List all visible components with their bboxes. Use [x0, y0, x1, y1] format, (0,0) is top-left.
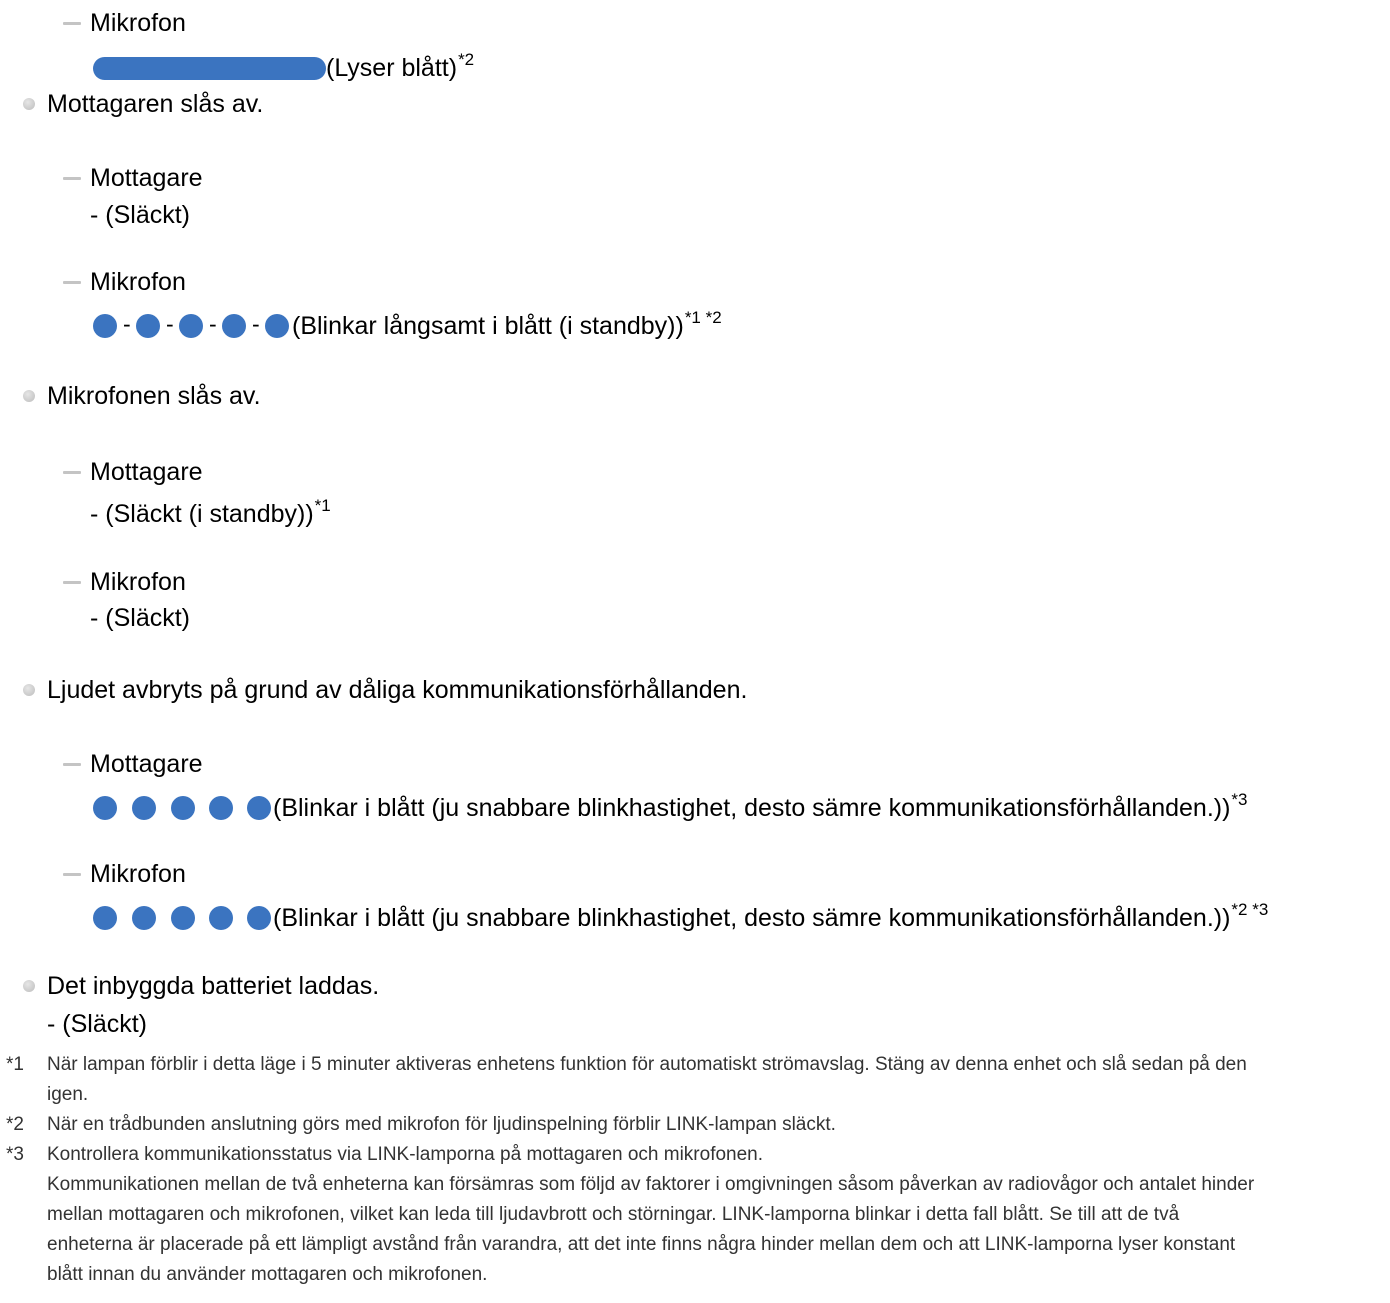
section-heading: Mikrofonen slås av. [47, 382, 261, 410]
bullet-icon [23, 980, 35, 992]
footnote-text: Kommunikationen mellan de två enheterna … [47, 1174, 1255, 1195]
sub-dash [63, 763, 81, 766]
mic-label: Mikrofon [90, 268, 186, 296]
mic-label: Mikrofon [90, 860, 186, 888]
receiver-label: Mottagare [90, 750, 203, 778]
receiver-status: - (Släckt (i standby))*1 [90, 496, 331, 528]
sub-dash [63, 281, 81, 284]
led-blink-dot-icon [265, 314, 289, 338]
led-fast-dot-icon [132, 796, 156, 820]
footnote-text: igen. [47, 1084, 89, 1105]
led-fast-dot-icon [209, 906, 233, 930]
footnote-mark: *2 [6, 1114, 24, 1135]
led-gap: - [209, 311, 217, 337]
footnote-text: Kontrollera kommunikationsstatus via LIN… [47, 1144, 764, 1165]
led-fast-dot-icon [171, 906, 195, 930]
led-gap: - [252, 311, 260, 337]
section-heading: Det inbyggda batteriet laddas. [47, 972, 380, 1000]
footnote-text: enheterna är placerade på ett lämpligt a… [47, 1234, 1236, 1255]
bullet-icon [23, 98, 35, 110]
led-status-text: (Blinkar i blått (ju snabbare blinkhasti… [273, 900, 1269, 932]
led-status-text: (Blinkar i blått (ju snabbare blinkhasti… [273, 790, 1248, 822]
receiver-status: - (Släckt) [90, 201, 190, 229]
section-heading: Mottagaren slås av. [47, 90, 264, 118]
led-fast-dot-icon [209, 796, 233, 820]
led-steady-icon [93, 57, 326, 80]
mic-label: Mikrofon [90, 9, 186, 37]
receiver-label: Mottagare [90, 458, 203, 486]
bullet-icon [23, 684, 35, 696]
footnote-mark: *3 [6, 1144, 24, 1165]
sub-dash [63, 581, 81, 584]
led-fast-dot-icon [247, 796, 271, 820]
led-gap: - [166, 311, 174, 337]
led-blink-dot-icon [222, 314, 246, 338]
led-blink-dot-icon [136, 314, 160, 338]
battery-status: - (Släckt) [47, 1010, 147, 1038]
led-blink-dot-icon [93, 314, 117, 338]
led-status-text: (Lyser blått)*2 [326, 50, 475, 82]
footnote-text: När en trådbunden anslutning görs med mi… [47, 1114, 836, 1135]
mic-status: - (Släckt) [90, 604, 190, 632]
sub-dash [63, 873, 81, 876]
bullet-icon [23, 390, 35, 402]
led-gap: - [123, 311, 131, 337]
receiver-label: Mottagare [90, 164, 203, 192]
sub-dash [63, 22, 81, 25]
footnote-mark: *1 [6, 1054, 24, 1075]
footnote-text: blått innan du använder mottagaren och m… [47, 1264, 488, 1285]
led-fast-dot-icon [171, 796, 195, 820]
led-fast-dot-icon [93, 796, 117, 820]
led-fast-dot-icon [132, 906, 156, 930]
sub-dash [63, 471, 81, 474]
led-fast-dot-icon [247, 906, 271, 930]
led-blink-dot-icon [179, 314, 203, 338]
sub-dash [63, 177, 81, 180]
led-status-text: (Blinkar långsamt i blått (i standby))*1… [292, 308, 722, 340]
footnote-text: mellan mottagaren och mikrofonen, vilket… [47, 1204, 1180, 1225]
section-heading: Ljudet avbryts på grund av dåliga kommun… [47, 676, 748, 704]
mic-label: Mikrofon [90, 568, 186, 596]
led-fast-dot-icon [93, 906, 117, 930]
footnote-text: När lampan förblir i detta läge i 5 minu… [47, 1054, 1247, 1075]
